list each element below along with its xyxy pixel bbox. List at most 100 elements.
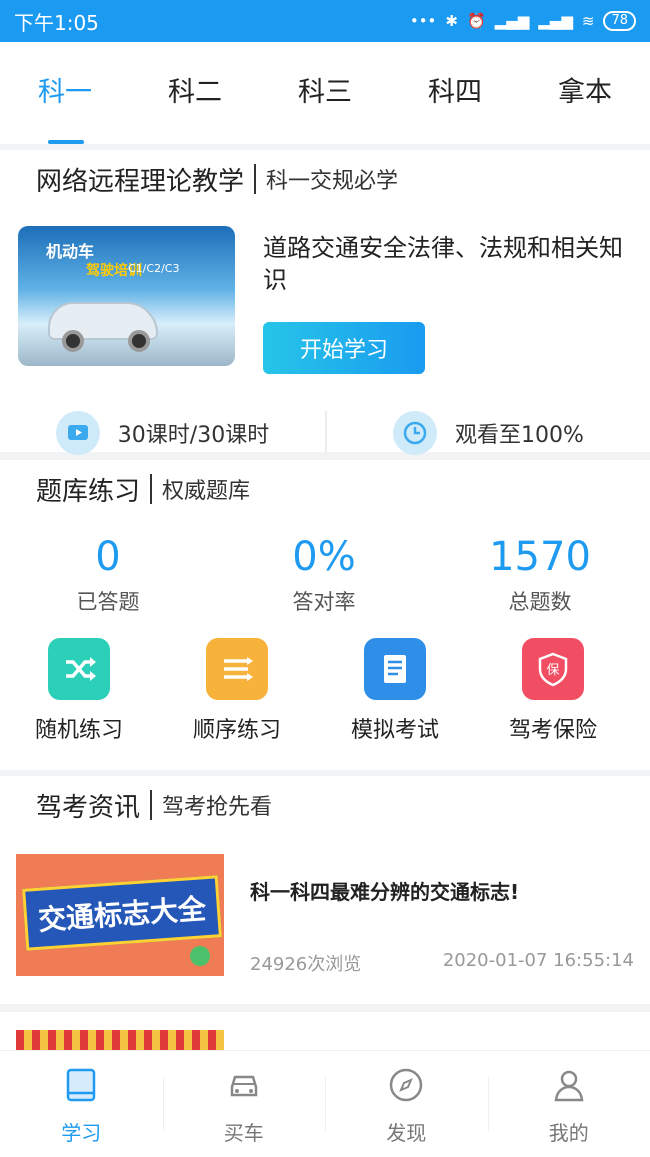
status-icons: ••• ✱ ⏰ ▂▄▆ ▂▄▆ ≋ 78: [410, 11, 636, 31]
section-title: 驾考资讯: [36, 792, 141, 823]
divider: [150, 474, 153, 504]
tool-label: 模拟考试: [350, 718, 439, 743]
shuffle-icon: [48, 638, 110, 700]
course-row[interactable]: 机动车 驾驶培训 C1/C2/C3 道路交通安全法律、法规和相关知识 开始学习: [0, 226, 650, 374]
tab-ke3[interactable]: 科三: [270, 42, 380, 144]
tab-ke1[interactable]: 科一: [10, 42, 120, 144]
section-title: 网络远程理论教学: [36, 166, 245, 197]
section-subtitle: 科一交规必学: [266, 169, 399, 194]
bank-stats: 0 已答题 0% 答对率 1570 总题数: [0, 532, 650, 616]
news-body: 科一科四最难分辨的交通标志! 24926次浏览 2020-01-07 16:55…: [250, 854, 634, 976]
news-header: 驾考资讯 驾考抢先看: [0, 776, 650, 834]
nav-label: 发现: [386, 1121, 427, 1145]
watch-progress-text: 观看至100%: [455, 423, 584, 448]
compass-icon: [390, 1068, 423, 1102]
exam-insurance-button[interactable]: 保 驾考保险: [474, 638, 632, 744]
battery-icon: 78: [603, 11, 636, 31]
video-icon: [55, 411, 100, 455]
tab-label: 拿本: [558, 77, 612, 108]
svg-text:保: 保: [546, 663, 559, 678]
nav-profile[interactable]: 我的: [487, 1051, 650, 1157]
tab-ke4[interactable]: 科四: [400, 42, 510, 144]
nav-buy-car[interactable]: 买车: [162, 1051, 326, 1157]
car-wheel: [62, 330, 84, 352]
news-thumb-text: 交通标志大全: [22, 875, 222, 951]
tab-label: 科三: [298, 77, 352, 108]
news-title: 科一科四最难分辨的交通标志!: [250, 880, 520, 904]
shield-icon: 保: [522, 638, 584, 700]
lesson-hours-text: 30课时/30课时: [117, 423, 270, 448]
nav-label: 学习: [61, 1121, 102, 1145]
tab-ke2[interactable]: 科二: [140, 42, 250, 144]
mock-exam-button[interactable]: 模拟考试: [316, 638, 474, 744]
accuracy-stat: 0% 答对率: [216, 532, 432, 616]
book-icon: [67, 1068, 96, 1102]
divider: [254, 164, 257, 194]
car-icon: [230, 1075, 257, 1097]
wifi-icon: ≋: [581, 12, 595, 30]
start-learning-button[interactable]: 开始学习: [263, 322, 425, 374]
stat-label: 已答题: [76, 590, 140, 614]
news-views: 24926次浏览: [250, 954, 362, 975]
tool-label: 随机练习: [34, 718, 123, 743]
total-stat: 1570 总题数: [432, 532, 648, 616]
alarm-icon: ⏰: [466, 12, 486, 30]
stat-value: 0%: [292, 534, 356, 580]
signal-icon-2: ▂▄▆: [538, 12, 573, 30]
news-meta: 24926次浏览 2020-01-07 16:55:14: [250, 950, 634, 976]
subject-tabs: 科一 科二 科三 科四 拿本: [0, 42, 650, 144]
lesson-hours: 30课时/30课时: [0, 411, 325, 455]
tab-naben[interactable]: 拿本: [530, 42, 640, 144]
section-title: 题库练习: [36, 476, 141, 507]
tab-label: 科一: [38, 77, 92, 108]
status-time: 下午1:05: [14, 10, 99, 35]
course-info: 道路交通安全法律、法规和相关知识 开始学习: [263, 226, 632, 374]
stat-label: 答对率: [292, 590, 356, 614]
course-stats: 30课时/30课时 观看至100%: [0, 398, 650, 468]
active-tab-indicator: [48, 140, 84, 144]
bank-header: 题库练习 权威题库: [0, 460, 650, 518]
nav-study[interactable]: 学习: [0, 1051, 163, 1157]
nav-label: 我的: [548, 1121, 589, 1145]
clock-icon: [393, 411, 438, 455]
tool-label: 顺序练习: [192, 718, 281, 743]
question-bank-card: 题库练习 权威题库 0 已答题 0% 答对率 1570 总题数 随机练习 顺序练…: [0, 460, 650, 770]
app-screen: 下午1:05 ••• ✱ ⏰ ▂▄▆ ▂▄▆ ≋ 78 科一 科二 科三 科四 …: [0, 0, 650, 1157]
tab-label: 科四: [428, 77, 482, 108]
nav-label: 买车: [223, 1121, 264, 1145]
tab-label: 科二: [168, 77, 222, 108]
theory-card: 网络远程理论教学 科一交规必学 机动车 驾驶培训 C1/C2/C3 道路交通安全…: [0, 150, 650, 455]
status-bar: 下午1:05 ••• ✱ ⏰ ▂▄▆ ▂▄▆ ≋ 78: [0, 0, 650, 42]
bluetooth-icon: ✱: [445, 12, 458, 30]
news-date: 2020-01-07 16:55:14: [442, 950, 634, 971]
list-order-icon: [206, 638, 268, 700]
signal-icon: ▂▄▆: [494, 12, 530, 30]
news-thumbnail: [16, 1030, 224, 1050]
answered-stat: 0 已答题: [0, 532, 216, 616]
random-practice-button[interactable]: 随机练习: [0, 638, 158, 744]
news-card: 驾考资讯 驾考抢先看 交通标志大全 科一科四最难分辨的交通标志! 24926次浏…: [0, 776, 650, 1004]
section-subtitle: 权威题库: [162, 479, 251, 504]
stat-label: 总题数: [508, 590, 572, 614]
car-wheel: [128, 330, 150, 352]
thumb-text: 机动车: [46, 242, 95, 261]
stat-value: 0: [95, 534, 121, 580]
sequential-practice-button[interactable]: 顺序练习: [158, 638, 316, 744]
news-item[interactable]: 交通标志大全 科一科四最难分辨的交通标志! 24926次浏览 2020-01-0…: [0, 854, 650, 976]
more-dots-icon: •••: [409, 12, 437, 30]
thumb-text: C1/C2/C3: [128, 262, 180, 275]
bottom-nav: 学习 买车 发现 我的: [0, 1050, 650, 1157]
theory-header: 网络远程理论教学 科一交规必学: [0, 150, 650, 208]
nav-discover[interactable]: 发现: [325, 1051, 488, 1157]
decorative-dot: [190, 946, 210, 966]
course-thumbnail[interactable]: 机动车 驾驶培训 C1/C2/C3: [18, 226, 235, 366]
section-subtitle: 驾考抢先看: [162, 795, 273, 820]
document-icon: [364, 638, 426, 700]
news-thumbnail: 交通标志大全: [16, 854, 224, 976]
divider: [150, 790, 153, 820]
practice-tools: 随机练习 顺序练习 模拟考试 保 驾考保险: [0, 638, 650, 744]
stat-value: 1570: [489, 534, 591, 580]
course-title: 道路交通安全法律、法规和相关知识: [263, 234, 623, 294]
tool-label: 驾考保险: [508, 718, 597, 743]
user-icon: [554, 1070, 584, 1102]
